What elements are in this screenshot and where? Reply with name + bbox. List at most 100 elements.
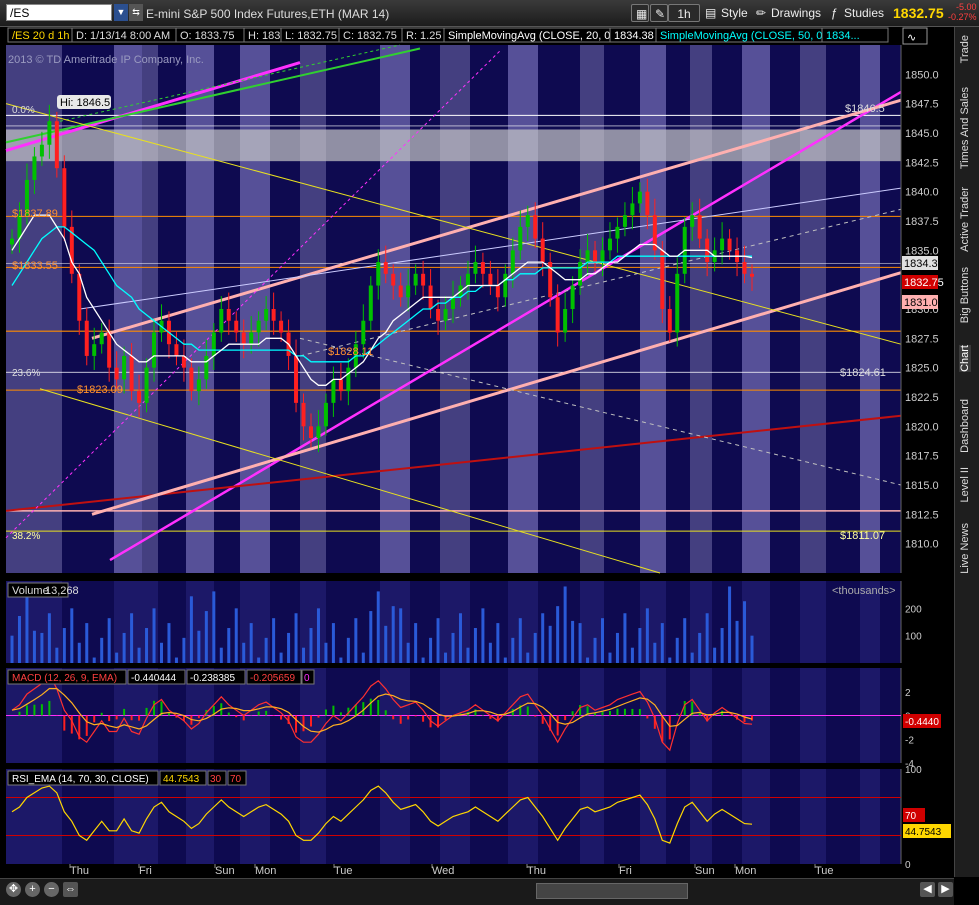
price-tick-label: 1850.0 — [905, 69, 939, 81]
zoom-out-icon[interactable]: − — [44, 882, 59, 897]
volume-bar — [451, 632, 455, 663]
volume-bar — [496, 623, 500, 663]
volume-bar — [354, 618, 358, 663]
tab-dashboard[interactable]: Dashboard — [959, 399, 971, 453]
rsi-ob-badge: 70 — [905, 811, 917, 822]
volume-bar — [586, 657, 590, 663]
bar-date: D: 1/13/14 8:00 AM — [76, 30, 170, 42]
candle-body — [264, 309, 269, 321]
tab-level-ii[interactable]: Level II — [959, 467, 971, 502]
scroll-left-icon[interactable]: ◀ — [920, 882, 935, 897]
candle-body — [742, 262, 747, 274]
panel-session-band — [690, 769, 712, 864]
volume-bar — [556, 606, 560, 663]
volume-bar — [481, 608, 485, 663]
candle-body — [84, 320, 89, 356]
volume-bar — [249, 623, 253, 663]
volume-bar — [25, 596, 29, 663]
volume-bar — [503, 657, 507, 663]
volume-bar — [511, 637, 515, 663]
volume-bar — [578, 623, 582, 663]
volume-bar — [750, 635, 754, 663]
time-axis: Thu Fri Sun Mon Tue Wed Thu Fri Sun Mon Tue — [69, 864, 834, 877]
price-tick-label: 1845.0 — [905, 128, 939, 140]
candle-body — [99, 332, 104, 345]
candle-body — [189, 367, 194, 392]
volume-bar — [331, 623, 335, 663]
volume-bar — [391, 606, 395, 663]
volume-bar — [518, 618, 522, 663]
scroll-right-icon[interactable]: ▶ — [938, 882, 953, 897]
candle-body — [495, 285, 500, 298]
sma50-value: 1834... — [826, 30, 860, 42]
volume-bar — [122, 632, 126, 663]
volume-bar — [197, 630, 201, 663]
volume-bar — [735, 620, 739, 663]
tab-big-buttons[interactable]: Big Buttons — [959, 267, 971, 323]
candle-body — [593, 250, 598, 263]
period-label: /ES 20 d 1h — [12, 30, 70, 42]
price-tick-label: 1842.5 — [905, 157, 939, 169]
tab-live-news[interactable]: Live News — [959, 523, 971, 574]
candle-body — [600, 250, 605, 263]
volume-bar — [264, 637, 268, 663]
session-band — [742, 45, 770, 573]
chart-area[interactable]: 1810.0 1812.5 1815.0 1817.5 1820.0 1822.5 1825… — [0, 0, 954, 878]
volume-bar — [47, 613, 51, 663]
tab-times-and-sales[interactable]: Times And Sales — [959, 87, 971, 169]
zoom-in-icon[interactable]: + — [25, 882, 40, 897]
volume-bar — [272, 618, 276, 663]
volume-bar — [107, 618, 111, 663]
rsi-value-badge: 44.7543 — [905, 827, 942, 838]
candle-body — [525, 215, 530, 227]
volume-bar — [444, 652, 448, 663]
volume-tick: 100 — [905, 632, 922, 643]
time-label: Tue — [815, 865, 834, 877]
candle-body — [301, 402, 306, 427]
candle-body — [720, 238, 725, 251]
time-label: Fri — [619, 865, 632, 877]
rsi-os: 30 — [210, 774, 222, 785]
candle-body — [622, 215, 627, 227]
tab-chart[interactable]: Chart — [959, 345, 971, 372]
candle-body — [10, 238, 14, 245]
candle-body — [368, 285, 373, 321]
candle-body — [107, 332, 112, 368]
candle-body — [144, 367, 149, 403]
price-tick-label: 1822.5 — [905, 392, 939, 404]
bar-close: C: 1832.75 — [343, 30, 397, 42]
volume-bar — [436, 618, 440, 663]
candle-body — [204, 355, 209, 380]
macd-value-3: -0.205659 — [250, 673, 295, 684]
candle-body — [413, 273, 418, 286]
volume-bar — [601, 618, 605, 663]
candle-body — [727, 238, 732, 251]
volume-bar — [533, 632, 537, 663]
panel-session-band — [508, 769, 538, 864]
macd-value-2: -0.238385 — [190, 673, 235, 684]
macd-value-4: 0 — [304, 673, 310, 684]
candle-body — [92, 344, 97, 356]
pan-icon[interactable]: ✥ — [6, 882, 21, 897]
fit-icon[interactable]: ⇔ — [63, 882, 78, 897]
macd-value-1: -0.440444 — [131, 673, 176, 684]
tab-active-trader[interactable]: Active Trader — [959, 187, 971, 252]
candle-body — [436, 309, 441, 321]
price-tick-label: 1840.0 — [905, 187, 939, 199]
volume-bar — [92, 657, 96, 663]
candle-body — [503, 273, 508, 298]
candle-body — [376, 262, 381, 286]
volume-bar — [219, 647, 223, 663]
volume-bar — [458, 613, 462, 663]
volume-bar — [189, 596, 193, 663]
tab-trade[interactable]: Trade — [959, 35, 971, 63]
volume-bar — [563, 586, 567, 663]
session-band — [580, 45, 604, 573]
volume-bar — [571, 620, 575, 663]
horizontal-scrollbar[interactable] — [536, 883, 688, 899]
trend-icon: ∿ — [907, 32, 916, 44]
volume-bar — [279, 652, 283, 663]
volume-bar — [720, 628, 724, 663]
candle-body — [39, 144, 44, 157]
volume-bar — [421, 657, 425, 663]
